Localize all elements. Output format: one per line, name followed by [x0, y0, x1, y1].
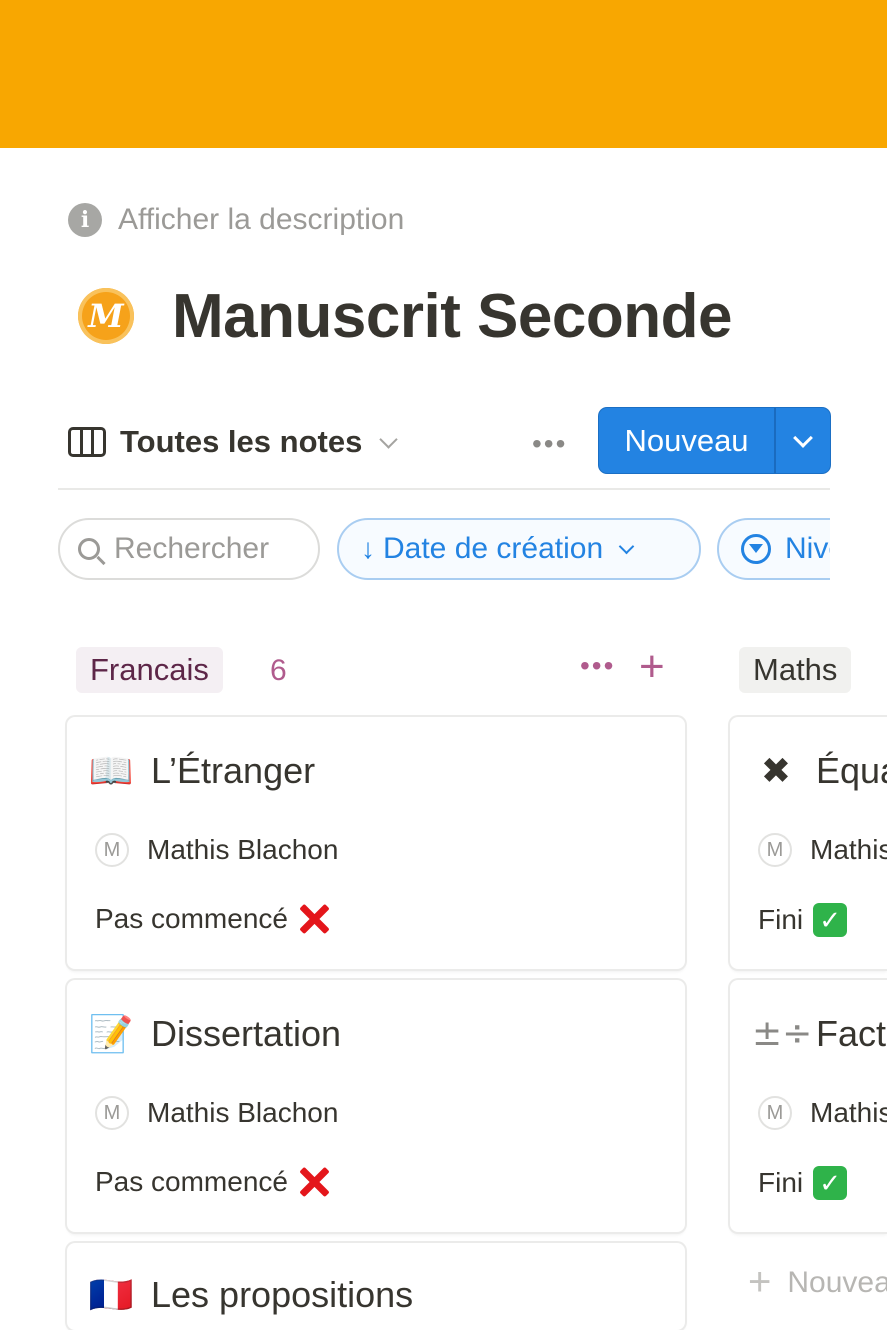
card-title: Dissertation [151, 1013, 342, 1054]
view-toolbar: Toutes les notes ••• Nouveau [58, 408, 830, 490]
show-description-toggle[interactable]: i Afficher la description [68, 200, 404, 240]
group-more-button[interactable]: ••• [580, 650, 615, 682]
card-person: M Mathis Blachon [95, 833, 338, 867]
avatar: M [758, 833, 792, 867]
person-name: Mathis Blachon [810, 834, 887, 865]
chevron-down-icon [618, 538, 635, 555]
page-title[interactable]: Manuscrit Seconde [172, 281, 732, 352]
card-title: Équations [816, 750, 887, 791]
board-card[interactable]: ±÷ Factorisation M Mathis Blachon Fini ✓ [730, 980, 887, 1232]
card-status: Fini ✓ [758, 1166, 848, 1200]
card-title: Factorisation [816, 1013, 887, 1054]
status-text: Pas commencé [95, 903, 288, 934]
sort-label: Date de création [383, 532, 604, 565]
new-button[interactable]: Nouveau [599, 408, 830, 473]
column-header-maths: Maths [739, 646, 887, 694]
card-title: Les propositions [151, 1274, 414, 1315]
column-header-francais: Francais 6 ••• + [76, 642, 676, 694]
add-card-button[interactable]: + Nouveau [748, 1260, 887, 1305]
card-title: L’Étranger [151, 750, 316, 791]
view-label: Toutes les notes [120, 424, 363, 459]
avatar: M [758, 1096, 792, 1130]
cross-mark-icon [298, 903, 330, 935]
board-card[interactable]: ✖ Équations M Mathis Blachon Fini ✓ [730, 717, 887, 969]
board-card[interactable]: 🇫🇷 Les propositions [67, 1243, 685, 1330]
card-status: Fini ✓ [758, 903, 848, 937]
circle-chevron-down-icon [741, 534, 771, 564]
person-name: Mathis Blachon [147, 1097, 339, 1128]
sort-pill[interactable]: ↓ Date de création [337, 518, 701, 580]
status-text: Fini [758, 1167, 804, 1198]
search-label: Rechercher [114, 532, 270, 565]
search-pill[interactable]: Rechercher [58, 518, 320, 580]
more-options-button[interactable]: ••• [532, 428, 567, 460]
cross-mark-icon [298, 1166, 330, 1198]
level-filter-label: Niveau [785, 532, 830, 565]
card-status: Pas commencé [95, 903, 330, 935]
card-person: M Mathis Blachon [758, 833, 887, 867]
add-card-label: Nouveau [787, 1265, 887, 1299]
board-card[interactable]: 📖 L’Étranger M Mathis Blachon Pas commen… [67, 717, 685, 969]
person-name: Mathis Blachon [147, 834, 339, 865]
group-tag-maths[interactable]: Maths [739, 647, 852, 693]
chevron-down-icon [379, 429, 399, 449]
page-header: M Manuscrit Seconde [78, 280, 732, 352]
group-tag-francais[interactable]: Francais [76, 647, 223, 693]
check-mark-icon: ✓ [813, 903, 848, 937]
new-button-label[interactable]: Nouveau [599, 408, 774, 473]
avatar: M [95, 833, 129, 867]
view-selector[interactable]: Toutes les notes [68, 424, 399, 460]
book-icon: 📖 [88, 750, 134, 791]
board-view-icon [68, 427, 106, 457]
level-filter-pill[interactable]: Niveau [717, 518, 830, 580]
person-name: Mathis Blachon [810, 1097, 887, 1128]
filter-bar: Rechercher ↓ Date de création Niveau [58, 518, 830, 584]
status-text: Fini [758, 904, 804, 935]
page-logo-icon[interactable]: M [78, 288, 134, 344]
info-icon: i [68, 203, 102, 237]
group-count: 6 [270, 654, 287, 687]
page-cover [0, 0, 887, 148]
avatar: M [95, 1096, 129, 1130]
arrow-down-icon: ↓ [361, 533, 375, 564]
card-person: M Mathis Blachon [95, 1096, 338, 1130]
new-dropdown-button[interactable] [774, 408, 830, 473]
plus-icon: + [748, 1260, 772, 1304]
card-person: M Mathis Blachon [758, 1096, 887, 1130]
search-icon [78, 538, 100, 560]
calculator-symbols-icon: ±÷ [752, 1013, 813, 1054]
memo-icon: 📝 [88, 1013, 134, 1054]
board-card[interactable]: 📝 Dissertation M Mathis Blachon Pas comm… [67, 980, 685, 1232]
group-add-button[interactable]: + [639, 642, 665, 692]
status-text: Pas commencé [95, 1166, 288, 1197]
chevron-down-icon [793, 427, 813, 448]
check-mark-icon: ✓ [813, 1166, 848, 1200]
card-status: Pas commencé [95, 1166, 330, 1198]
multiply-icon: ✖ [760, 750, 792, 791]
french-flag-icon: 🇫🇷 [88, 1274, 134, 1315]
show-description-label: Afficher la description [118, 203, 405, 236]
